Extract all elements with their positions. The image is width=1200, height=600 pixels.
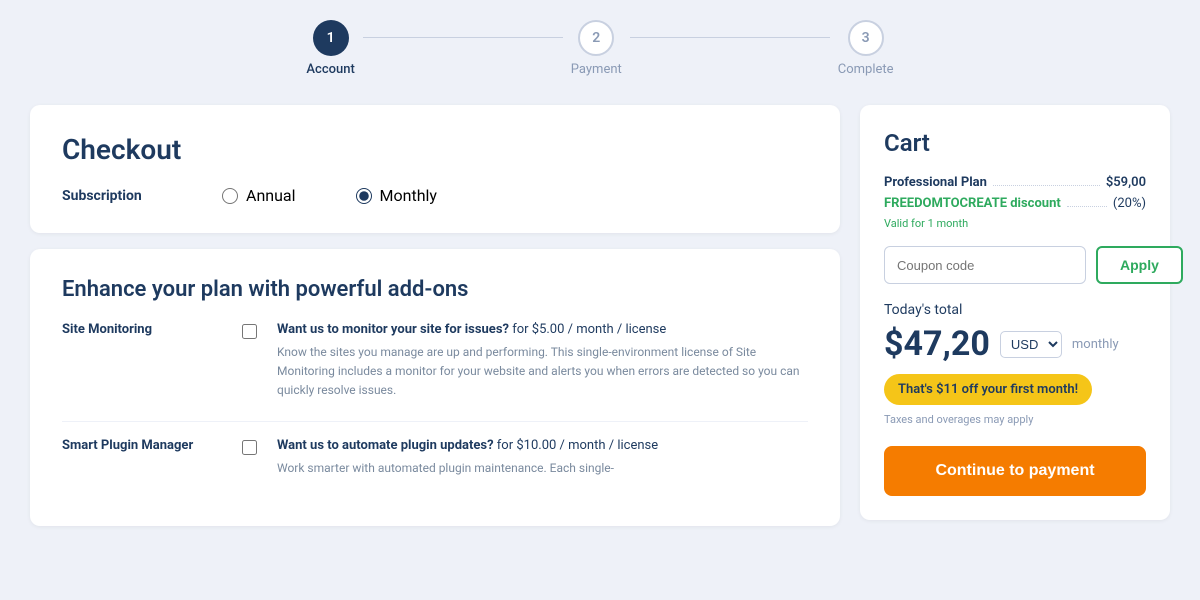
addon-name-site-monitoring: Site Monitoring [62, 322, 222, 401]
currency-select[interactable]: USD EUR GBP [1000, 331, 1062, 358]
addon-desc-site-monitoring: Know the sites you manage are up and per… [277, 343, 808, 401]
taxes-note: Taxes and overages may apply [884, 413, 1146, 426]
addon-title-rest-1: for $5.00 / month / license [509, 322, 666, 337]
todays-total-label: Today's total [884, 302, 1146, 318]
monthly-option[interactable]: Monthly [356, 186, 437, 205]
coupon-row: Apply [884, 246, 1146, 284]
addon-checkbox-smart-plugin[interactable] [242, 440, 257, 455]
addon-row-site-monitoring: Site Monitoring Want us to monitor your … [62, 322, 808, 401]
cart-dotted-2 [1067, 206, 1107, 207]
stepper-line-1 [363, 37, 563, 38]
annual-option[interactable]: Annual [222, 186, 296, 205]
total-price-row: $47,20 USD EUR GBP monthly [884, 324, 1146, 364]
step-2-label: Payment [571, 62, 622, 77]
subscription-row: Subscription Annual Monthly [62, 186, 808, 205]
cart-card: Cart Professional Plan $59,00 FREEDOMTOC… [860, 105, 1170, 520]
addon-title-strong-2: Want us to automate plugin updates? [277, 438, 494, 453]
cart-discount-line: FREEDOMTOCREATE discount (20%) [884, 196, 1146, 211]
addon-title-site-monitoring: Want us to monitor your site for issues?… [277, 322, 808, 337]
addon-desc-smart-plugin: Work smarter with automated plugin maint… [277, 459, 808, 478]
total-price: $47,20 [884, 324, 990, 364]
step-2-circle: 2 [578, 20, 614, 56]
step-3-circle: 3 [848, 20, 884, 56]
stepper-step-3: 3 Complete [838, 20, 894, 77]
cart-discount-name: FREEDOMTOCREATE discount [884, 196, 1061, 211]
cart-discount-value: (20%) [1113, 196, 1146, 211]
addon-divider [62, 421, 808, 422]
cart-plan-name: Professional Plan [884, 175, 987, 190]
cart-plan-line: Professional Plan $59,00 [884, 175, 1146, 190]
apply-button[interactable]: Apply [1096, 246, 1183, 284]
subscription-label: Subscription [62, 188, 162, 204]
annual-label: Annual [246, 186, 296, 205]
coupon-input[interactable] [884, 246, 1086, 284]
step-3-label: Complete [838, 62, 894, 77]
addons-title: Enhance your plan with powerful add-ons [62, 277, 808, 302]
addon-title-smart-plugin: Want us to automate plugin updates? for … [277, 438, 808, 453]
addon-check-col-2 [242, 438, 257, 478]
checkout-card: Checkout Subscription Annual Monthly [30, 105, 840, 233]
stepper-step-2: 2 Payment [571, 20, 622, 77]
stepper-step-1: 1 Account [306, 20, 354, 77]
addon-row-smart-plugin: Smart Plugin Manager Want us to automate… [62, 438, 808, 478]
annual-radio[interactable] [222, 188, 238, 204]
monthly-label: Monthly [380, 186, 437, 205]
right-panel: Cart Professional Plan $59,00 FREEDOMTOC… [860, 105, 1170, 526]
addon-content-site-monitoring: Want us to monitor your site for issues?… [277, 322, 808, 401]
checkout-title: Checkout [62, 133, 808, 166]
addon-title-rest-2: for $10.00 / month / license [494, 438, 659, 453]
addons-card: Enhance your plan with powerful add-ons … [30, 249, 840, 526]
continue-to-payment-button[interactable]: Continue to payment [884, 446, 1146, 496]
monthly-billing-label: monthly [1072, 337, 1119, 352]
main-layout: Checkout Subscription Annual Monthly Enh… [30, 105, 1170, 526]
stepper: 1 Account 2 Payment 3 Complete [20, 20, 1180, 77]
addon-name-smart-plugin: Smart Plugin Manager [62, 438, 222, 478]
addon-content-smart-plugin: Want us to automate plugin updates? for … [277, 438, 808, 478]
monthly-radio[interactable] [356, 188, 372, 204]
cart-title: Cart [884, 129, 1146, 157]
step-1-label: Account [306, 62, 354, 77]
addon-check-col-1 [242, 322, 257, 401]
cart-plan-price: $59,00 [1106, 175, 1146, 190]
savings-badge: That's $11 off your first month! [884, 374, 1092, 405]
step-1-circle: 1 [313, 20, 349, 56]
addon-title-strong-1: Want us to monitor your site for issues? [277, 322, 509, 337]
left-panel: Checkout Subscription Annual Monthly Enh… [30, 105, 840, 526]
cart-discount-valid: Valid for 1 month [884, 217, 1146, 230]
cart-dotted-1 [993, 185, 1100, 186]
addon-checkbox-site-monitoring[interactable] [242, 324, 257, 339]
stepper-line-2 [630, 37, 830, 38]
